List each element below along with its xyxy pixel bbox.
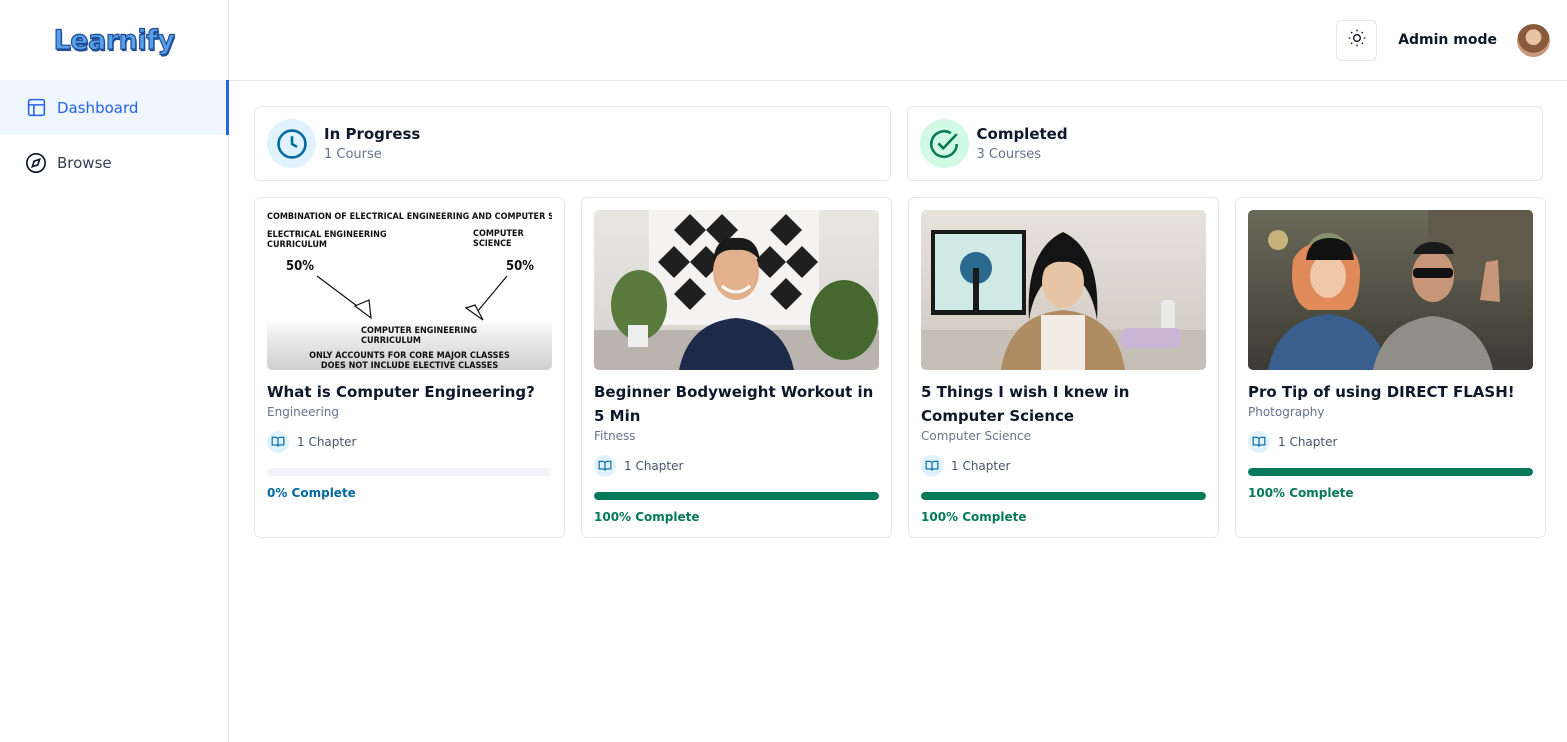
course-card[interactable]: Pro Tip of using DIRECT FLASH! Photograp… [1235,197,1546,538]
progress-bar [594,492,879,500]
course-thumbnail: COMBINATION OF ELECTRICAL ENGINEERING AN… [267,210,552,370]
course-thumbnail [594,210,879,370]
course-thumbnail [1248,210,1533,370]
progress-fill [1248,468,1533,476]
stat-title: Completed [976,125,1068,143]
progress-label: 100% Complete [594,510,700,524]
logo[interactable]: Learnify [0,0,228,80]
avatar[interactable] [1517,23,1550,57]
course-title: 5 Things I wish I knew in Computer Scien… [921,383,1130,425]
sidebar: Learnify Dashboard Browse [0,0,229,742]
chapter-count: 1 Chapter [594,455,879,477]
dashboard-main: In Progress 1 Course Completed 3 Courses… [254,106,1546,538]
chapter-label: 1 Chapter [951,459,1011,473]
course-title: Pro Tip of using DIRECT FLASH! [1248,383,1515,401]
course-card[interactable]: COMBINATION OF ELECTRICAL ENGINEERING AN… [254,197,565,538]
course-category: Computer Science [921,429,1031,443]
logo-text: Learnify [53,24,176,56]
stat-subtitle: 3 Courses [976,147,1042,162]
sidebar-item-dashboard[interactable]: Dashboard [0,80,229,135]
stat-in-progress: In Progress 1 Course [254,106,891,181]
course-list: COMBINATION OF ELECTRICAL ENGINEERING AN… [254,197,1546,538]
clock-icon [267,119,316,168]
stat-text: In Progress 1 Course [324,125,420,162]
progress-label: 100% Complete [1248,486,1354,500]
admin-mode-link[interactable]: Admin mode [1398,32,1497,48]
progress-label: 0% Complete [267,486,356,500]
cs-video-thumbnail [921,230,1206,370]
chapter-count: 1 Chapter [921,455,1206,477]
book-open-icon [267,431,289,453]
course-thumbnail [921,210,1206,370]
chapter-label: 1 Chapter [1278,435,1338,449]
chapter-label: 1 Chapter [624,459,684,473]
stat-completed: Completed 3 Courses [906,106,1543,181]
compass-icon [25,152,47,174]
layout-icon [25,97,47,119]
course-card[interactable]: Beginner Bodyweight Workout in 5 Min Fit… [581,197,892,538]
sidebar-item-browse[interactable]: Browse [0,135,228,190]
thumb-text: DOES NOT INCLUDE ELECTIVE CLASSES [320,361,499,370]
check-circle-icon [919,119,969,168]
workout-video-thumbnail [594,210,879,370]
chapter-count: 1 Chapter [267,431,552,453]
progress-label: 100% Complete [921,510,1027,524]
course-title: What is Computer Engineering? [267,383,535,401]
course-category: Photography [1248,405,1325,419]
course-title: Beginner Bodyweight Workout in 5 Min [594,383,874,425]
book-open-icon [921,455,943,477]
progress-bar [1248,468,1533,476]
sidebar-item-label: Browse [57,153,112,172]
chapter-label: 1 Chapter [297,435,357,449]
sun-icon [1347,28,1367,52]
course-card[interactable]: 5 Things I wish I knew in Computer Scien… [908,197,1219,538]
stat-text: Completed 3 Courses [977,125,1068,162]
progress-fill [921,492,1206,500]
book-open-icon [594,455,616,477]
progress-fill [594,492,879,500]
chapter-count: 1 Chapter [1248,431,1533,453]
progress-bar [267,468,552,476]
theme-toggle-button[interactable] [1336,19,1378,61]
topbar: Admin mode [229,0,1567,81]
thumb-text: ONLY ACCOUNTS FOR CORE MAJOR CLASSES [309,351,510,361]
course-category: Engineering [267,405,339,419]
progress-bar [921,492,1206,500]
thumb-text: COMPUTER ENGINEERING CURRICULUM [361,326,477,346]
sidebar-item-label: Dashboard [57,98,139,117]
stats-row: In Progress 1 Course Completed 3 Courses [254,106,1543,181]
book-open-icon [1248,431,1270,453]
course-category: Fitness [594,429,636,443]
stat-title: In Progress [324,125,421,143]
stat-subtitle: 1 Course [324,147,382,162]
photography-video-thumbnail [1268,210,1533,370]
arrows-graphic [316,275,508,321]
